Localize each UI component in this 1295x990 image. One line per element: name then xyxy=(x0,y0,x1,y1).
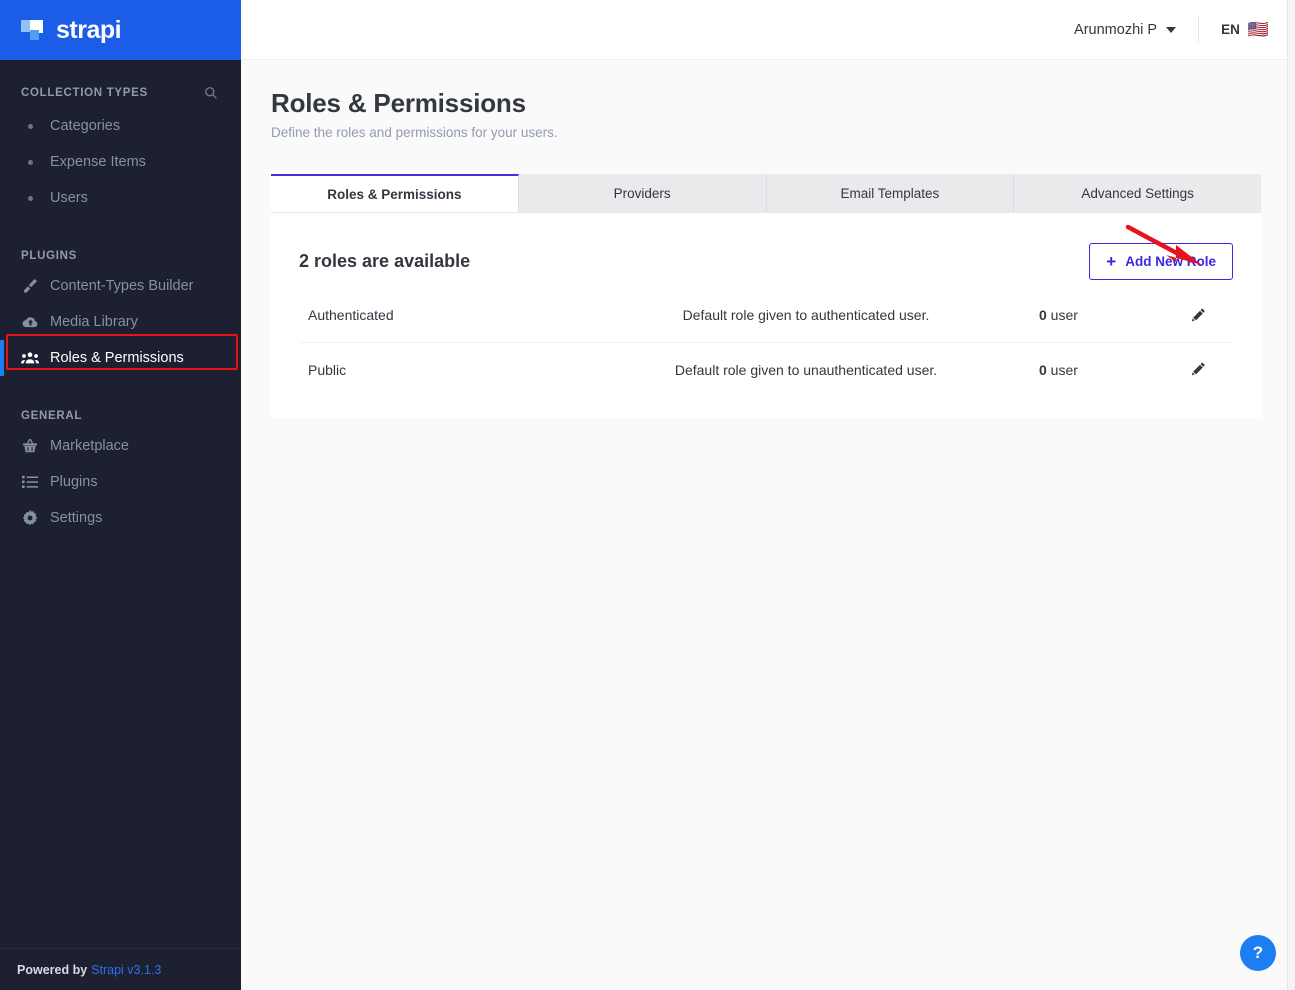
sidebar-nav: COLLECTION TYPES Categories Expense Item… xyxy=(0,60,241,948)
tab-bar: Roles & Permissions Providers Email Temp… xyxy=(271,174,1261,213)
strapi-admin-app: strapi COLLECTION TYPES Categories Expen… xyxy=(0,0,1295,990)
pencil-icon[interactable] xyxy=(1188,305,1208,325)
section-label: COLLECTION TYPES xyxy=(21,87,148,99)
sidebar-item-media-library[interactable]: Media Library xyxy=(0,304,241,340)
list-icon xyxy=(21,473,39,491)
language-code-label: EN xyxy=(1221,22,1240,37)
sidebar-item-label: Roles & Permissions xyxy=(50,350,184,366)
users-group-icon xyxy=(21,349,39,367)
tab-label: Advanced Settings xyxy=(1081,185,1194,201)
sidebar-item-roles-permissions[interactable]: Roles & Permissions xyxy=(0,340,241,376)
sidebar-item-marketplace[interactable]: Marketplace xyxy=(0,428,241,464)
tab-advanced-settings[interactable]: Advanced Settings xyxy=(1014,174,1261,212)
row-actions xyxy=(1163,305,1233,325)
gear-icon xyxy=(21,509,39,527)
sidebar-item-plugins[interactable]: Plugins xyxy=(0,464,241,500)
brand-name: strapi xyxy=(56,15,122,44)
question-mark-icon: ? xyxy=(1252,943,1264,962)
user-menu[interactable]: Arunmozhi P xyxy=(1074,22,1198,38)
main-area: Arunmozhi P EN 🇺🇸 Roles & Permissions De… xyxy=(241,0,1295,990)
sidebar-item-label: Settings xyxy=(50,510,103,526)
sidebar-item-users[interactable]: Users xyxy=(0,180,241,216)
tab-label: Email Templates xyxy=(840,185,940,201)
sidebar: strapi COLLECTION TYPES Categories Expen… xyxy=(0,0,241,990)
role-user-count-suffix: user xyxy=(1046,361,1078,378)
roles-table: Authenticated Default role given to auth… xyxy=(299,288,1233,396)
role-user-count-value: 0 xyxy=(1039,307,1047,323)
section-label: GENERAL xyxy=(21,410,83,422)
section-header-plugins: PLUGINS xyxy=(0,242,241,268)
chevron-down-icon xyxy=(1166,26,1177,33)
add-new-role-button[interactable]: + Add New Role xyxy=(1089,243,1233,280)
panel-header: 2 roles are available + Add New Role xyxy=(299,213,1233,288)
sidebar-item-categories[interactable]: Categories xyxy=(0,108,241,144)
row-actions xyxy=(1163,360,1233,380)
tab-label: Providers xyxy=(613,185,671,201)
role-user-count-value: 0 xyxy=(1039,361,1047,378)
page-title: Roles & Permissions xyxy=(271,88,526,118)
roles-count-heading: 2 roles are available xyxy=(299,251,471,271)
sidebar-item-label: Categories xyxy=(50,118,121,134)
role-user-count: 0 user xyxy=(1013,307,1163,323)
strapi-version-link[interactable]: Strapi v3.1.3 xyxy=(91,963,161,977)
role-user-count: 0 user xyxy=(1013,362,1163,378)
role-name: Public xyxy=(308,361,347,378)
tab-email-templates[interactable]: Email Templates xyxy=(766,174,1015,212)
role-description: Default role given to unauthenticated us… xyxy=(674,361,938,378)
search-icon[interactable] xyxy=(202,84,220,102)
sidebar-item-content-types-builder[interactable]: Content-Types Builder xyxy=(0,268,241,304)
role-user-count-suffix: user xyxy=(1046,307,1078,323)
help-button[interactable]: ? xyxy=(1240,935,1276,971)
strapi-logo-icon xyxy=(21,17,47,43)
sidebar-item-label: Users xyxy=(50,190,88,206)
brand-header[interactable]: strapi xyxy=(0,0,241,60)
section-label: PLUGINS xyxy=(21,250,78,262)
table-row[interactable]: Authenticated Default role given to auth… xyxy=(299,288,1233,342)
bullet-icon xyxy=(21,153,39,171)
plus-icon: + xyxy=(1106,252,1117,271)
sidebar-item-label: Marketplace xyxy=(50,438,129,454)
page-subtitle: Define the roles and permissions for you… xyxy=(271,125,558,140)
sidebar-item-label: Plugins xyxy=(50,474,98,490)
pencil-icon[interactable] xyxy=(1188,360,1208,380)
sidebar-item-expense-items[interactable]: Expense Items xyxy=(0,144,241,180)
roles-panel: 2 roles are available + Add New Role Aut… xyxy=(271,213,1261,418)
tab-roles-permissions[interactable]: Roles & Permissions xyxy=(271,174,519,212)
tab-label: Roles & Permissions xyxy=(327,186,462,202)
paintbrush-icon xyxy=(21,277,39,295)
powered-by-label: Powered by xyxy=(17,962,88,977)
role-description: Default role given to authenticated user… xyxy=(682,307,930,323)
cloud-upload-icon xyxy=(21,313,39,331)
table-row[interactable]: Public Default role given to unauthentic… xyxy=(299,342,1233,396)
page-content: Roles & Permissions Define the roles and… xyxy=(241,60,1295,990)
role-name: Authenticated xyxy=(308,307,394,323)
bullet-icon xyxy=(21,189,39,207)
section-header-collection-types: COLLECTION TYPES xyxy=(0,76,241,108)
user-name-label: Arunmozhi P xyxy=(1074,21,1158,38)
language-selector[interactable]: EN 🇺🇸 xyxy=(1199,21,1269,38)
us-flag-icon: 🇺🇸 xyxy=(1247,20,1269,39)
basket-icon xyxy=(21,437,39,455)
sidebar-item-label: Content-Types Builder xyxy=(50,278,194,294)
page-scrollbar[interactable] xyxy=(1287,0,1295,990)
add-new-role-label: Add New Role xyxy=(1125,254,1216,269)
sidebar-item-settings[interactable]: Settings xyxy=(0,500,241,536)
sidebar-item-label: Expense Items xyxy=(50,154,146,170)
bullet-icon xyxy=(21,117,39,135)
sidebar-item-label: Media Library xyxy=(50,314,138,330)
sidebar-footer: Powered by Strapi v3.1.3 xyxy=(0,948,241,990)
tab-providers[interactable]: Providers xyxy=(518,174,767,212)
section-header-general: GENERAL xyxy=(0,402,241,428)
topbar: Arunmozhi P EN 🇺🇸 xyxy=(241,0,1295,60)
